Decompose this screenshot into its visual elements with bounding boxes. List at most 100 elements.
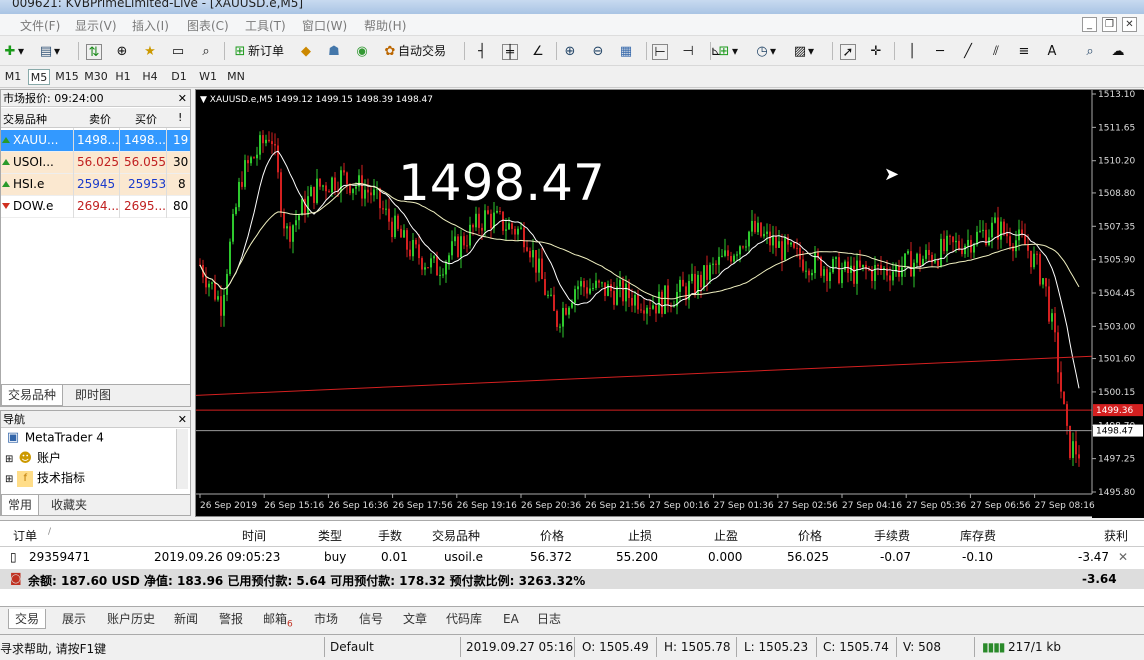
market-row[interactable]: HSI.e 25945 25953 8 <box>1 174 190 196</box>
col-symbol[interactable]: 交易品种 <box>432 527 480 544</box>
tab-news[interactable]: 新闻 <box>174 609 198 629</box>
col-spread[interactable]: ! <box>178 111 182 124</box>
new-chart-button[interactable]: ✚ ▾ <box>2 41 24 61</box>
tab-exposure[interactable]: 展示 <box>62 609 86 629</box>
market-row[interactable]: DOW.e 2694... 2695... 80 <box>1 196 190 218</box>
zoom-in-button[interactable]: ⊕ <box>562 41 578 61</box>
metaeditor-button[interactable]: ◆ <box>298 41 314 61</box>
bar-chart-button[interactable]: ┤ <box>474 41 490 61</box>
menu-insert[interactable]: 插入(I) <box>132 17 169 34</box>
tab-journal[interactable]: 日志 <box>537 609 561 629</box>
col-ask[interactable]: 买价 <box>135 111 157 127</box>
signals-button[interactable]: ◉ <box>354 41 370 61</box>
chat-button[interactable]: ☁ <box>1110 41 1126 61</box>
templates-button[interactable]: ▨ ▾ <box>792 41 814 61</box>
market-watch-button[interactable]: ⇅ <box>86 41 102 61</box>
trendline-button[interactable]: ╱ <box>960 41 976 61</box>
tab-symbols[interactable]: 交易品种 <box>1 385 64 406</box>
col-commission[interactable]: 手续费 <box>874 527 910 544</box>
status-traffic[interactable]: 217/1 kb <box>1008 640 1061 654</box>
col-time[interactable]: 时间 <box>242 527 266 544</box>
tf-mn[interactable]: MN <box>224 69 248 85</box>
close-icon[interactable]: ✕ <box>178 411 187 428</box>
auto-scroll-button[interactable]: ⊢ <box>652 41 668 61</box>
candlestick-button[interactable]: ╪ <box>502 41 518 61</box>
crosshair-button[interactable]: ✛ <box>868 41 884 61</box>
col-sl[interactable]: 止损 <box>628 527 652 544</box>
text-button[interactable]: A <box>1044 41 1060 61</box>
auto-trading-button[interactable]: ✿ 自动交易 <box>382 41 446 61</box>
tf-m5[interactable]: M5 <box>28 69 50 85</box>
close-icon[interactable]: ✕ <box>1122 17 1137 32</box>
col-swap[interactable]: 库存费 <box>960 527 996 544</box>
navigator-scrollbar[interactable] <box>176 429 188 489</box>
tf-m15[interactable]: M15 <box>54 69 80 85</box>
col-symbol[interactable]: 交易品种 <box>3 111 47 127</box>
menu-tools[interactable]: 工具(T) <box>245 17 286 34</box>
nav-item-indicators[interactable]: ⊞ f 技术指标 <box>5 469 85 487</box>
cursor-button[interactable]: ➚ <box>840 41 856 61</box>
menu-help[interactable]: 帮助(H) <box>364 17 406 34</box>
tf-h1[interactable]: H1 <box>113 69 133 85</box>
col-order[interactable]: 订单 <box>13 527 37 544</box>
zoom-out-button[interactable]: ⊖ <box>590 41 606 61</box>
market-row[interactable]: USOI... 56.025 56.055 30 <box>1 152 190 174</box>
terminal-button[interactable]: ▭ <box>170 41 186 61</box>
horizontal-line-button[interactable]: ─ <box>932 41 948 61</box>
status-profile[interactable]: Default <box>330 640 374 654</box>
line-chart-button[interactable]: ∠ <box>530 41 546 61</box>
tester-button[interactable]: ⌕ <box>198 41 214 61</box>
tf-w1[interactable]: W1 <box>197 69 219 85</box>
profiles-button[interactable]: ▤ ▾ <box>38 41 60 61</box>
indicators-button[interactable]: ⊞ ▾ <box>716 41 738 61</box>
vertical-line-button[interactable]: │ <box>904 41 920 61</box>
tab-account-history[interactable]: 账户历史 <box>107 609 155 629</box>
data-window-button[interactable]: ⊕ <box>114 41 130 61</box>
chart-shift-button[interactable]: ⊣ <box>680 41 696 61</box>
col-price[interactable]: 价格 <box>540 527 564 544</box>
navigator-button[interactable]: ★ <box>142 41 158 61</box>
col-profit[interactable]: 获利 <box>1104 527 1128 544</box>
tab-trade[interactable]: 交易 <box>8 609 47 629</box>
tf-h4[interactable]: H4 <box>140 69 160 85</box>
menu-file[interactable]: 文件(F) <box>20 17 60 34</box>
periods-button[interactable]: ◷ ▾ <box>754 41 776 61</box>
minimize-icon[interactable]: _ <box>1082 17 1097 32</box>
tf-m30[interactable]: M30 <box>83 69 109 85</box>
nav-item-metatrader[interactable]: ▣ MetaTrader 4 <box>5 430 104 446</box>
fibonacci-button[interactable]: ≡ <box>1016 41 1032 61</box>
experts-button[interactable]: ☗ <box>326 41 342 61</box>
chart-window[interactable]: 1513.10 1511.65 1510.20 1508.80 1507.35 1505.… <box>195 89 1144 518</box>
tf-m1[interactable]: M1 <box>2 69 24 85</box>
tab-articles[interactable]: 文章 <box>403 609 427 629</box>
close-order-icon[interactable]: ✕ <box>1118 550 1128 564</box>
market-row[interactable]: XAUU... 1498... 1498... 19 <box>1 130 190 152</box>
tile-windows-button[interactable]: ▦ <box>618 41 634 61</box>
tab-common[interactable]: 常用 <box>1 495 40 516</box>
menu-window[interactable]: 窗口(W) <box>302 17 347 34</box>
search-button[interactable]: ⌕ <box>1082 41 1098 61</box>
tab-code-base[interactable]: 代码库 <box>446 609 482 629</box>
col-cur-price[interactable]: 价格 <box>798 527 822 544</box>
tab-tick-chart[interactable]: 即时图 <box>69 385 117 406</box>
new-order-button[interactable]: ⊞ 新订单 <box>232 41 284 61</box>
price-chart[interactable]: 1513.10 1511.65 1510.20 1508.80 1507.35 1505.… <box>196 90 1144 518</box>
col-type[interactable]: 类型 <box>318 527 342 544</box>
restore-icon[interactable]: ❐ <box>1102 17 1117 32</box>
nav-item-accounts[interactable]: ⊞ ☻ 账户 <box>5 449 61 467</box>
tab-alerts[interactable]: 警报 <box>219 609 243 629</box>
tf-d1[interactable]: D1 <box>169 69 189 85</box>
tab-experts[interactable]: EA <box>503 609 519 629</box>
col-tp[interactable]: 止盈 <box>714 527 738 544</box>
menu-charts[interactable]: 图表(C) <box>187 17 229 34</box>
tab-market[interactable]: 市场 <box>314 609 338 629</box>
col-bid[interactable]: 卖价 <box>89 111 111 127</box>
col-lots[interactable]: 手数 <box>378 527 402 544</box>
close-icon[interactable]: ✕ <box>178 90 187 107</box>
menu-view[interactable]: 显示(V) <box>75 17 117 34</box>
tab-mailbox[interactable]: 邮箱6 <box>263 609 293 629</box>
tab-signals[interactable]: 信号 <box>359 609 383 629</box>
tab-favorites[interactable]: 收藏夹 <box>45 495 93 516</box>
channel-button[interactable]: ⫽ <box>988 41 1004 61</box>
table-row[interactable]: ▯ 29359471 2019.09.26 09:05:23 buy 0.01 … <box>0 547 1144 569</box>
